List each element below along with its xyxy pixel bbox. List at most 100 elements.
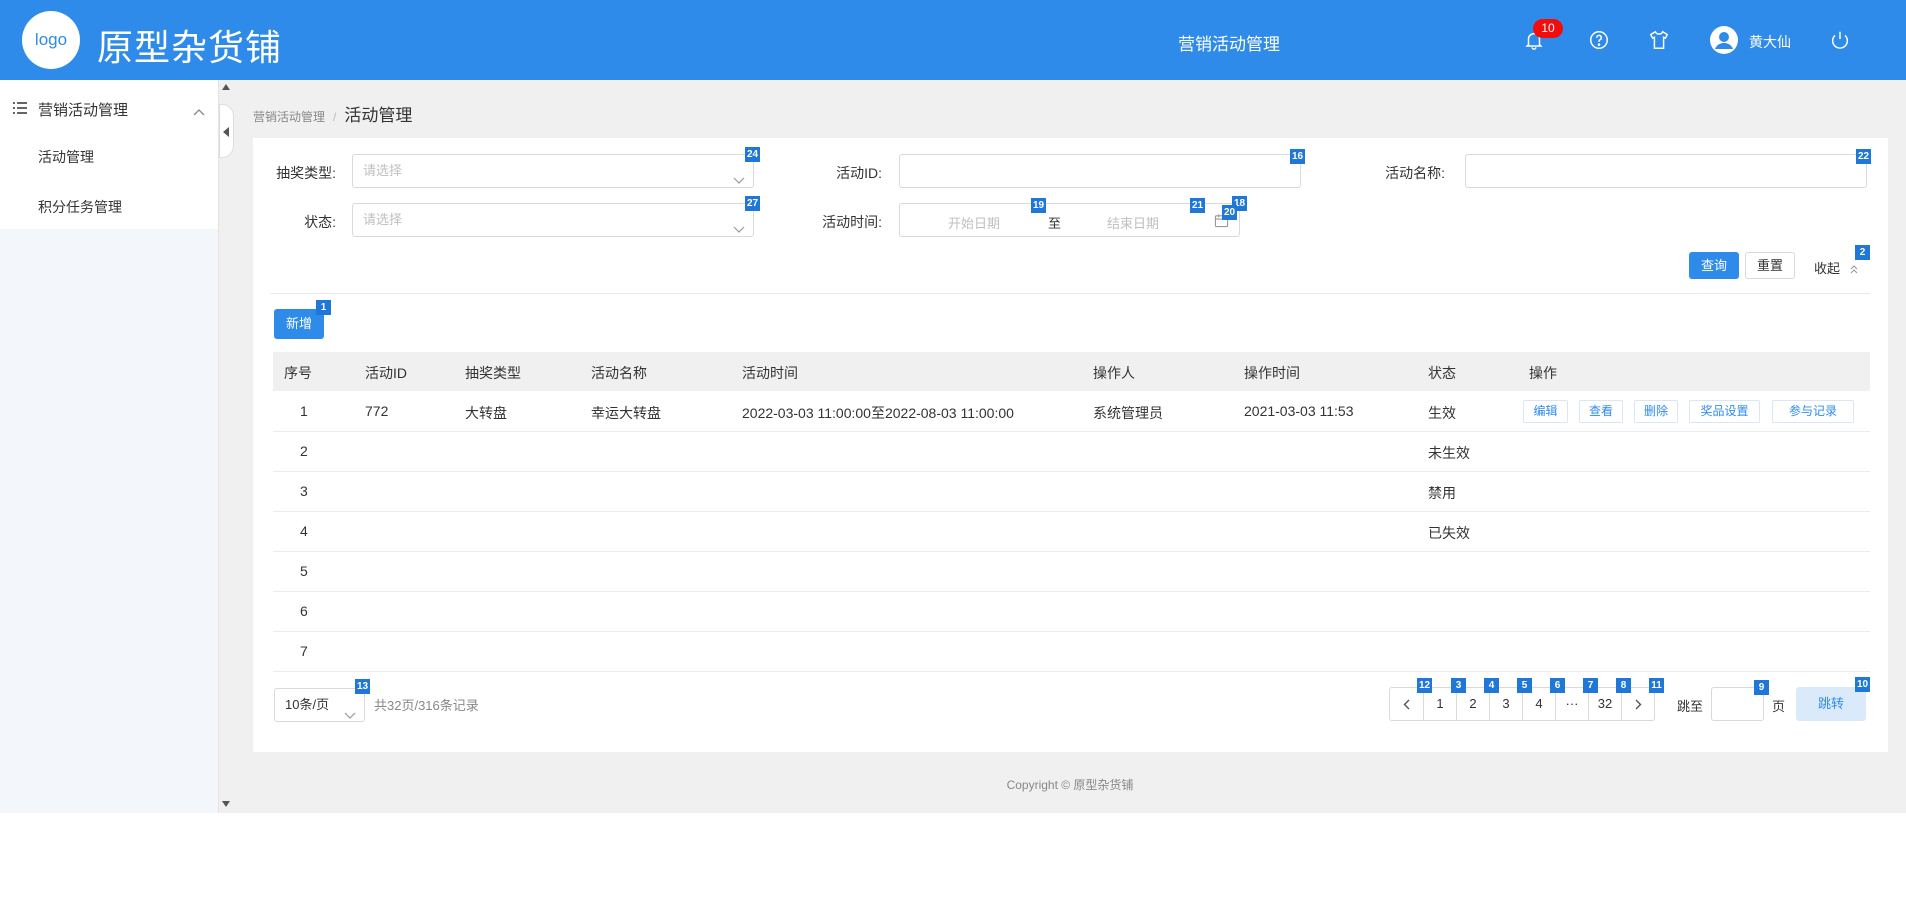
jump-to-label: 跳至 <box>1677 699 1704 714</box>
tag-collapse: 2 <box>1855 245 1870 260</box>
col-lottery-type: 抽奖类型 <box>465 365 521 381</box>
lottery-type-label: 抽奖类型: <box>276 165 336 181</box>
avatar[interactable] <box>1709 25 1739 55</box>
cell-index: 4 <box>300 523 308 539</box>
edit-button[interactable]: 编辑 <box>1523 400 1568 423</box>
prize-settings-button[interactable]: 奖品设置 <box>1689 400 1760 423</box>
collapse-label: 收起 <box>1814 261 1841 276</box>
tag-add: 1 <box>316 300 331 315</box>
cell-index: 2 <box>300 443 308 459</box>
cell-activity-time: 2022-03-03 11:00:00至2022-08-03 11:00:00 <box>742 405 1014 421</box>
cell-status: 已失效 <box>1428 525 1470 541</box>
breadcrumb-separator: / <box>333 110 337 124</box>
page-title: 活动管理 <box>344 106 413 125</box>
cell-operator: 系统管理员 <box>1093 405 1163 421</box>
status-label: 状态: <box>304 214 336 230</box>
tag-status: 27 <box>745 196 761 211</box>
scroll-down-icon[interactable] <box>222 801 230 807</box>
tag-page2: 4 <box>1484 678 1499 693</box>
table-header: 序号 活动ID 抽奖类型 活动名称 活动时间 操作人 操作时间 状态 操作 <box>273 352 1870 391</box>
sidebar-collapse-toggle[interactable] <box>219 104 234 158</box>
chevron-up-icon <box>193 103 205 121</box>
activity-id-input[interactable] <box>899 154 1301 188</box>
copyright-footer: Copyright © 原型杂货铺 <box>1006 778 1134 792</box>
page-size-value: 10条/页 <box>285 697 330 712</box>
tag-calendar-right: 20 <box>1222 205 1238 220</box>
cell-index: 7 <box>300 643 308 659</box>
filter-divider <box>270 293 1870 294</box>
total-records: 共32页/316条记录 <box>374 698 479 713</box>
tag-activity-id: 16 <box>1290 149 1306 164</box>
sidebar-scrollbar[interactable] <box>218 80 234 813</box>
jump-button[interactable]: 跳转 <box>1796 687 1866 721</box>
chevron-down-icon <box>733 165 745 197</box>
participation-records-button[interactable]: 参与记录 <box>1772 400 1854 423</box>
cell-status: 禁用 <box>1428 485 1456 501</box>
cell-index: 1 <box>300 403 308 419</box>
tag-prev: 12 <box>1417 678 1433 693</box>
tag-page3: 5 <box>1517 678 1532 693</box>
sidebar-group-label: 营销活动管理 <box>38 102 129 119</box>
lottery-type-select[interactable]: 请选择 <box>352 154 754 188</box>
cell-activity-id: 772 <box>365 403 389 419</box>
end-date-input[interactable]: 结束日期 <box>1107 213 1159 232</box>
table-row: 5 <box>273 552 1870 592</box>
page-size-select[interactable]: 10条/页 <box>274 688 365 722</box>
chevron-down-icon <box>344 700 356 732</box>
chevron-right-icon <box>1635 699 1641 710</box>
notification-badge: 10 <box>1533 19 1563 38</box>
top-header: logo 原型杂货铺 营销活动管理 10 黄大仙 <box>0 0 1906 80</box>
cell-status: 生效 <box>1428 405 1456 421</box>
cell-lottery-type: 大转盘 <box>465 405 507 421</box>
status-placeholder: 请选择 <box>363 212 403 227</box>
col-activity-id: 活动ID <box>365 365 407 381</box>
tag-ellipsis: 7 <box>1583 678 1598 693</box>
app-title: 原型杂货铺 <box>97 27 283 68</box>
sidebar-item-activity-management[interactable]: 活动管理 <box>38 147 94 167</box>
table-row: 1 772 大转盘 幸运大转盘 2022-03-03 11:00:00至2022… <box>273 392 1870 432</box>
delete-button[interactable]: 删除 <box>1634 400 1678 423</box>
power-icon[interactable] <box>1826 26 1854 54</box>
activity-time-label: 活动时间: <box>822 214 882 230</box>
sidebar-group-marketing[interactable]: 营销活动管理 <box>0 92 218 124</box>
tag-start-date: 19 <box>1031 198 1047 213</box>
lottery-type-placeholder: 请选择 <box>363 163 403 178</box>
tag-page4: 6 <box>1550 678 1565 693</box>
tag-activity-name: 22 <box>1856 149 1872 164</box>
status-select[interactable]: 请选择 <box>352 203 754 237</box>
caret-left-icon <box>223 127 229 137</box>
double-chevron-up-icon <box>1850 265 1858 274</box>
table-row: 7 <box>273 632 1870 672</box>
breadcrumb-parent[interactable]: 营销活动管理 <box>253 110 325 124</box>
view-button[interactable]: 查看 <box>1579 400 1623 423</box>
table-row: 6 <box>273 592 1870 632</box>
activity-name-input[interactable] <box>1465 154 1867 188</box>
tag-next: 11 <box>1649 678 1664 693</box>
col-activity-time: 活动时间 <box>742 365 798 381</box>
range-separator: 至 <box>1048 216 1062 231</box>
shirt-icon[interactable] <box>1645 26 1673 54</box>
col-operation-time: 操作时间 <box>1244 365 1300 381</box>
col-activity-name: 活动名称 <box>591 365 647 381</box>
activity-time-range[interactable]: 开始日期 至 结束日期 <box>899 203 1240 237</box>
cell-status: 未生效 <box>1428 445 1470 461</box>
tag-end-date: 21 <box>1190 198 1206 213</box>
breadcrumb: 营销活动管理 / 活动管理 <box>253 101 412 126</box>
col-operator: 操作人 <box>1093 365 1135 381</box>
scroll-up-icon[interactable] <box>222 84 230 90</box>
query-button[interactable]: 查询 <box>1689 252 1739 279</box>
cell-index: 6 <box>300 603 308 619</box>
col-index: 序号 <box>284 365 312 381</box>
user-name[interactable]: 黄大仙 <box>1749 32 1791 52</box>
col-actions: 操作 <box>1529 365 1557 381</box>
collapse-link[interactable]: 收起 <box>1814 258 1858 277</box>
sidebar-item-points-task[interactable]: 积分任务管理 <box>38 197 122 217</box>
cell-operation-time: 2021-03-03 11:53 <box>1244 403 1354 419</box>
module-title: 营销活动管理 <box>1178 35 1280 54</box>
start-date-input[interactable]: 开始日期 <box>948 213 1000 232</box>
tag-page-size: 13 <box>355 679 371 694</box>
help-icon[interactable] <box>1585 26 1613 54</box>
list-icon <box>12 101 28 120</box>
reset-button[interactable]: 重置 <box>1745 252 1795 279</box>
sidebar: 营销活动管理 活动管理 积分任务管理 <box>0 80 218 813</box>
